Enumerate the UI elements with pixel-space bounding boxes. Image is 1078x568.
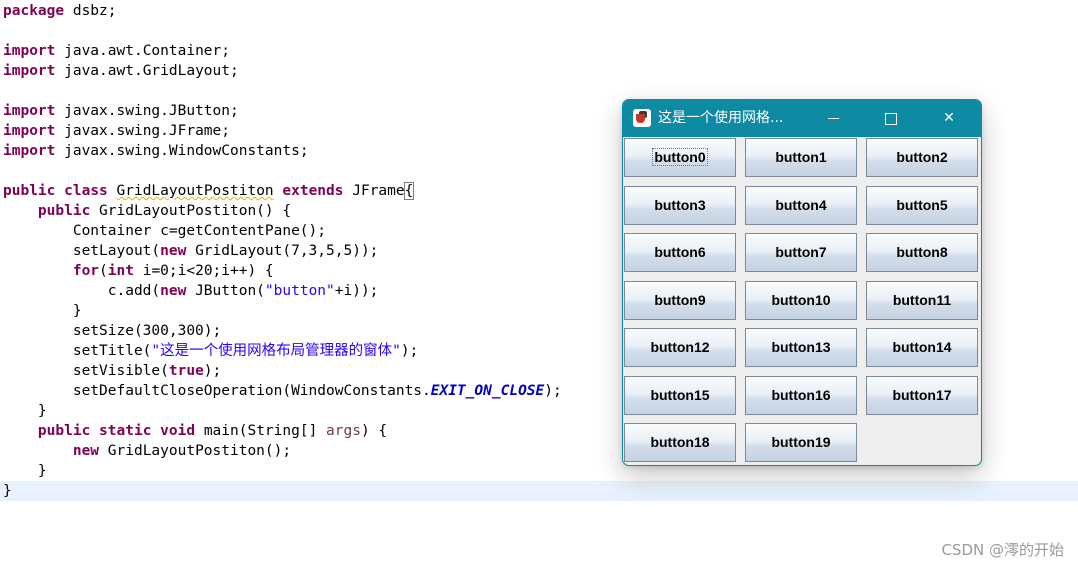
code-line[interactable]: import java.awt.GridLayout; — [3, 61, 239, 81]
grid-button-8[interactable]: button8 — [866, 233, 978, 272]
grid-button-4[interactable]: button4 — [745, 186, 857, 225]
code-line[interactable]: import javax.swing.JButton; — [3, 101, 239, 121]
code-line[interactable]: new GridLayoutPostiton(); — [3, 441, 291, 461]
code-line[interactable]: setSize(300,300); — [3, 321, 221, 341]
watermark: CSDN @澪的开始 — [941, 541, 1064, 559]
window-title: 这是一个使用网格... — [658, 110, 784, 126]
maximize-button[interactable] — [862, 100, 920, 137]
grid-button-0[interactable]: button0 — [624, 138, 736, 177]
code-line[interactable]: setLayout(new GridLayout(7,3,5,5)); — [3, 241, 379, 261]
grid-button-6[interactable]: button6 — [624, 233, 736, 272]
minimize-icon — [828, 118, 839, 119]
code-line-current[interactable]: } — [0, 481, 1078, 501]
grid-button-16[interactable]: button16 — [745, 376, 857, 415]
grid-layout-window[interactable]: 这是一个使用网格... ✕ button0 button1 button2 bu… — [622, 99, 982, 466]
title-bar[interactable]: 这是一个使用网格... ✕ — [623, 100, 981, 137]
grid-button-17[interactable]: button17 — [866, 376, 978, 415]
code-line[interactable]: public static void main(String[] args) { — [3, 421, 387, 441]
code-line[interactable]: setDefaultCloseOperation(WindowConstants… — [3, 381, 562, 401]
grid-button-2[interactable]: button2 — [866, 138, 978, 177]
grid-button-14[interactable]: button14 — [866, 328, 978, 367]
code-line[interactable]: import javax.swing.JFrame; — [3, 121, 230, 141]
grid-button-10[interactable]: button10 — [745, 281, 857, 320]
java-app-icon[interactable] — [633, 109, 651, 127]
button-grid: button0 button1 button2 button3 button4 … — [623, 137, 981, 465]
grid-button-12[interactable]: button12 — [624, 328, 736, 367]
grid-button-13[interactable]: button13 — [745, 328, 857, 367]
grid-button-label: button0 — [652, 148, 708, 166]
code-line[interactable]: for(int i=0;i<20;i++) { — [3, 261, 274, 281]
close-button[interactable]: ✕ — [920, 100, 978, 137]
code-line[interactable]: } — [3, 461, 47, 481]
grid-button-7[interactable]: button7 — [745, 233, 857, 272]
code-line[interactable]: import java.awt.Container; — [3, 41, 230, 61]
grid-button-11[interactable]: button11 — [866, 281, 978, 320]
code-line[interactable]: } — [3, 401, 47, 421]
grid-button-1[interactable]: button1 — [745, 138, 857, 177]
code-line[interactable]: public class GridLayoutPostiton extends … — [3, 181, 415, 201]
code-line[interactable]: setVisible(true); — [3, 361, 221, 381]
maximize-icon — [885, 113, 897, 125]
grid-button-3[interactable]: button3 — [624, 186, 736, 225]
code-line[interactable]: Container c=getContentPane(); — [3, 221, 326, 241]
code-line[interactable]: public GridLayoutPostiton() { — [3, 201, 291, 221]
code-line[interactable]: setTitle("这是一个使用网格布局管理器的窗体"); — [3, 341, 419, 361]
close-icon: ✕ — [943, 110, 955, 126]
code-line[interactable]: package dsbz; — [3, 1, 117, 21]
grid-button-15[interactable]: button15 — [624, 376, 736, 415]
grid-button-18[interactable]: button18 — [624, 423, 736, 462]
code-line[interactable]: } — [3, 301, 82, 321]
code-line[interactable]: c.add(new JButton("button"+i)); — [3, 281, 379, 301]
grid-button-9[interactable]: button9 — [624, 281, 736, 320]
code-line[interactable]: import javax.swing.WindowConstants; — [3, 141, 309, 161]
minimize-button[interactable] — [804, 100, 862, 137]
grid-button-19[interactable]: button19 — [745, 423, 857, 462]
grid-button-5[interactable]: button5 — [866, 186, 978, 225]
